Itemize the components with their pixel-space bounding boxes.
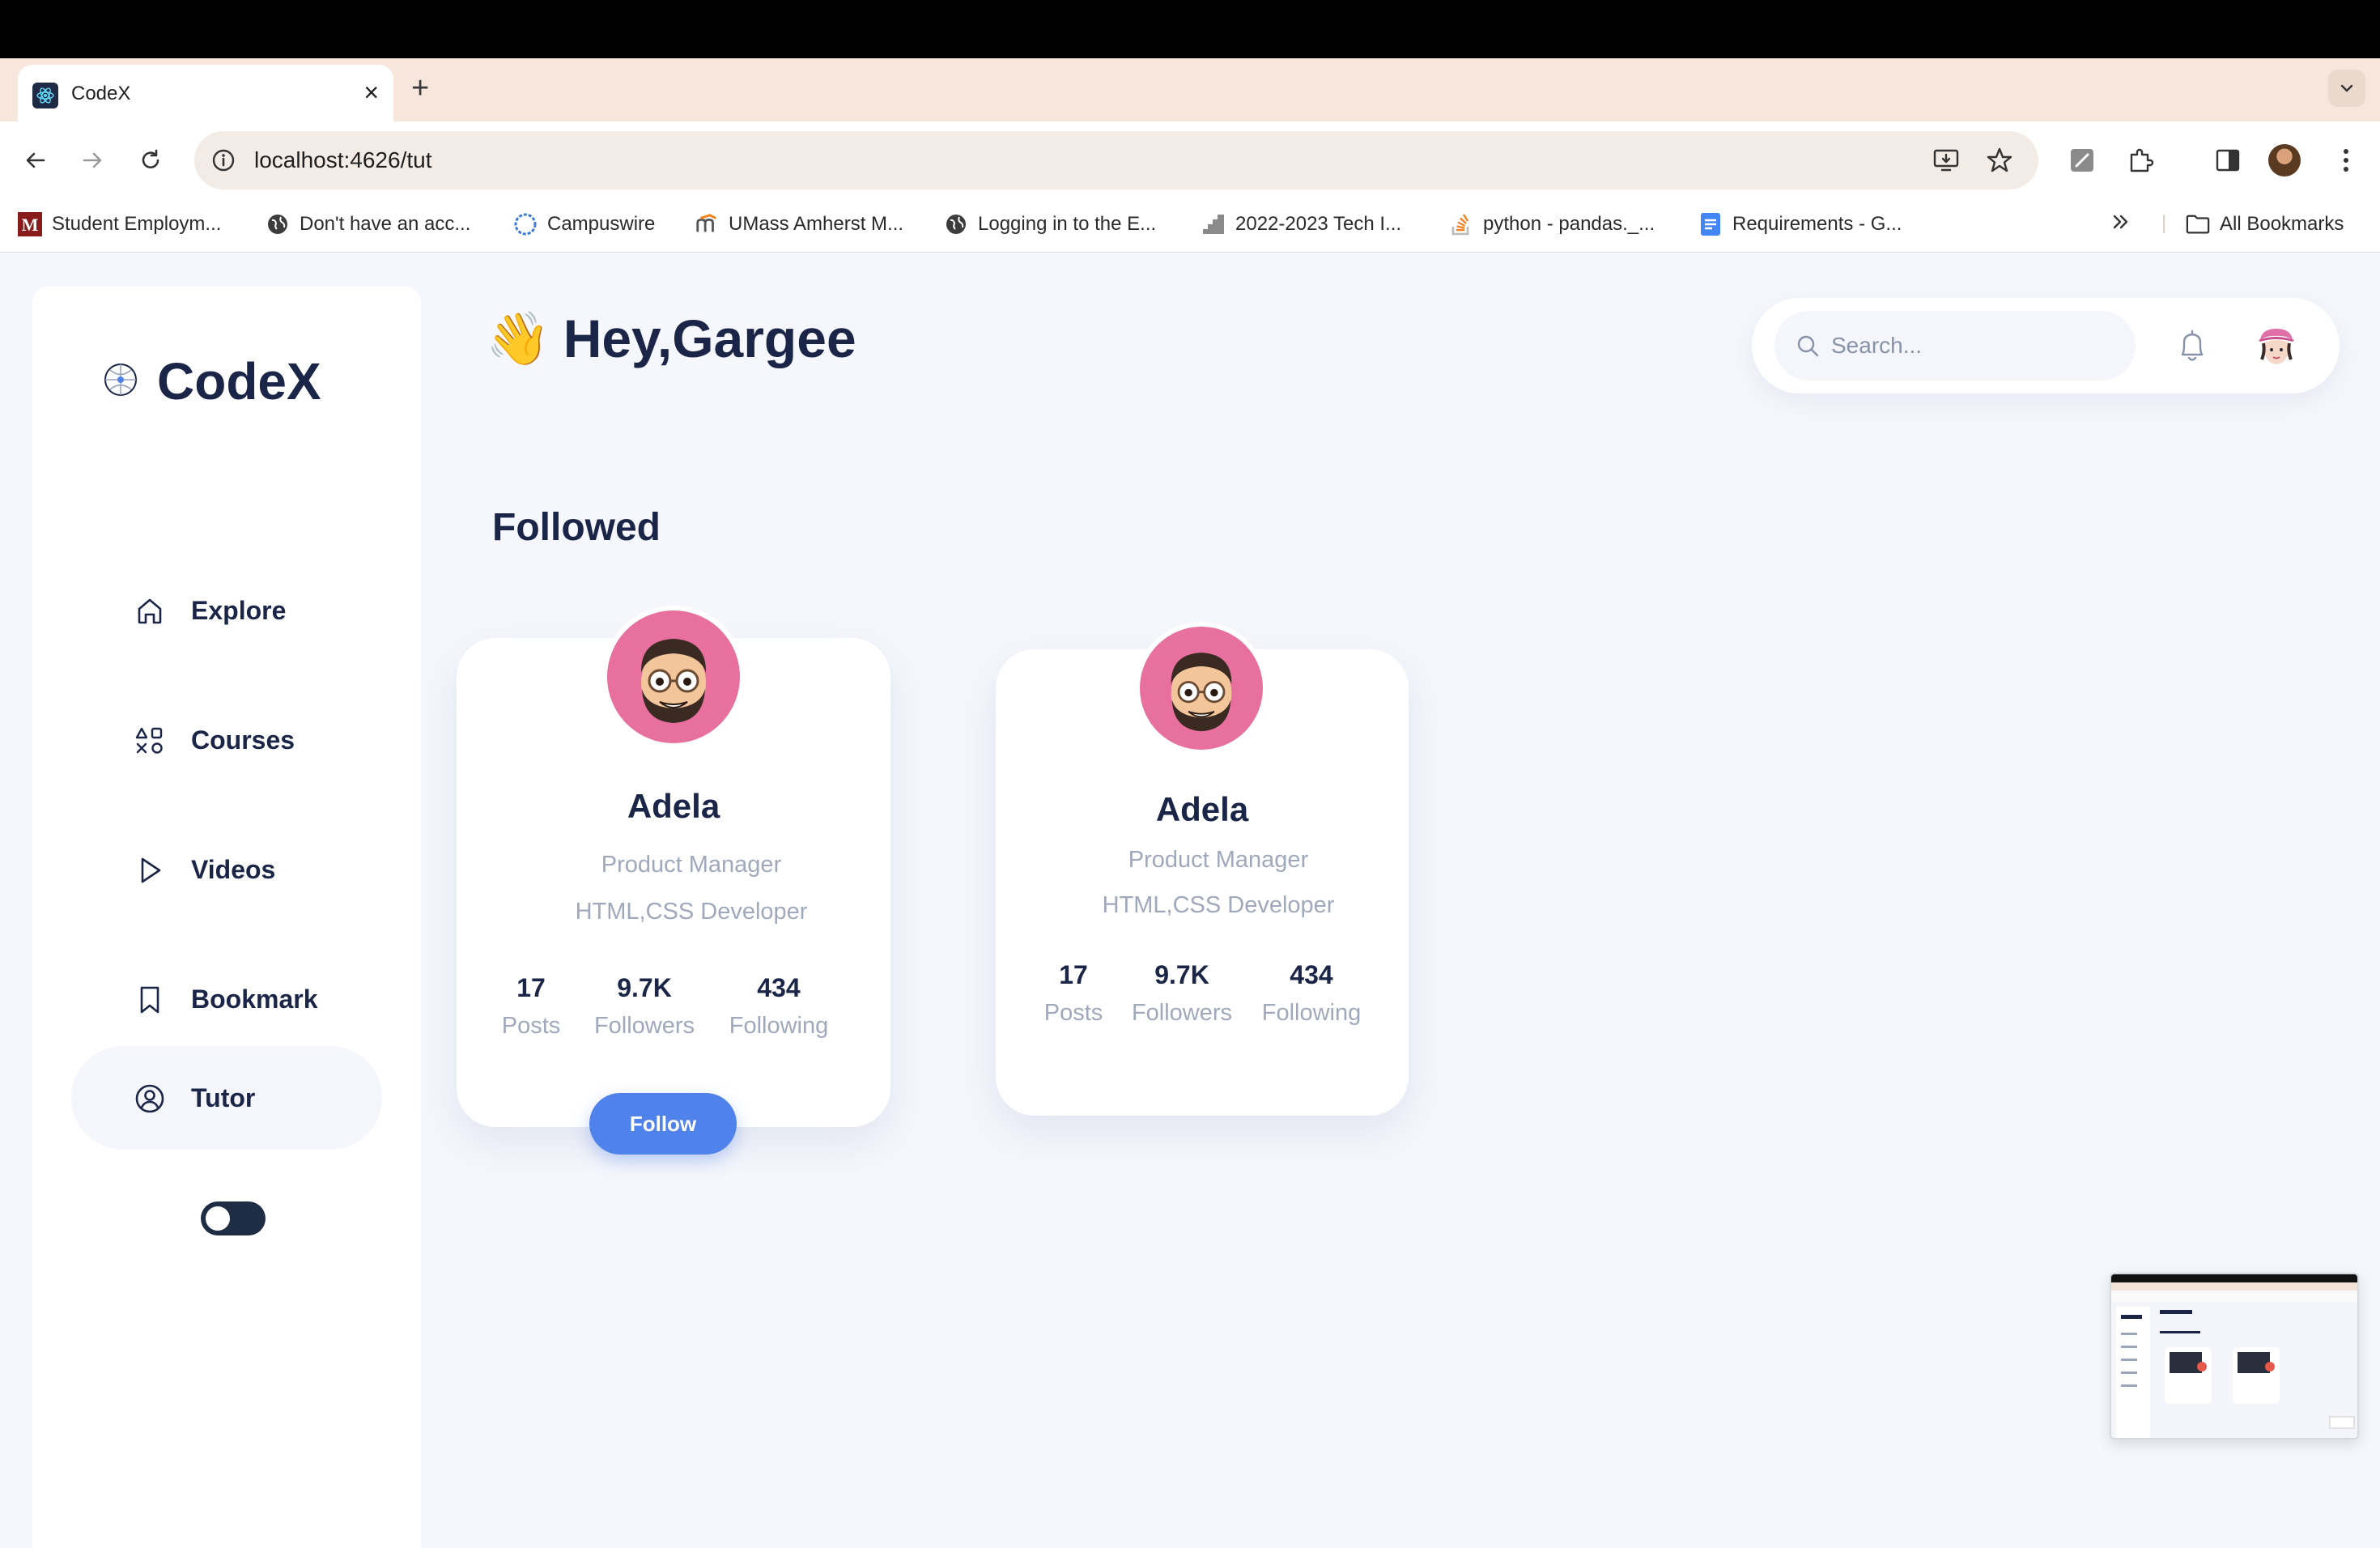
url-text: localhost:4626/tut (254, 147, 432, 172)
bookmark-item[interactable]: Logging in to the E... (944, 212, 1156, 236)
greeting-header: 👋 Hey,Gargee (486, 308, 856, 369)
theme-toggle[interactable] (201, 1201, 266, 1235)
tab-title: CodeX (71, 83, 131, 104)
tutor-avatar (602, 606, 745, 748)
sidebar-item-explore[interactable]: Explore (71, 559, 382, 662)
sidebar-item-label: Tutor (191, 1083, 256, 1112)
search-icon (1797, 335, 1819, 357)
bookmark-item[interactable]: M Student Employm... (18, 212, 221, 236)
greeting-text: Hey,Gargee (563, 308, 856, 368)
tutor-card[interactable]: Adela Product Manager HTML,CSS Developer… (996, 622, 1409, 1116)
tutor-avatar (1135, 622, 1268, 755)
sidebar: CodeX Explore Courses Videos Bookmark Tu… (32, 287, 421, 1548)
tutor-skill: HTML,CSS Developer (575, 899, 808, 925)
bookmark-item[interactable]: 2022-2023 Tech I... (1201, 212, 1401, 236)
follow-button[interactable]: Follow (589, 1093, 737, 1155)
logo-text: CodeX (157, 352, 321, 410)
stackoverflow-icon (1449, 212, 1473, 236)
more-bookmarks-icon[interactable] (2111, 212, 2131, 232)
browser-toolbar: localhost:4626/tut (0, 121, 2380, 199)
bookmark-star-icon[interactable] (1983, 144, 2016, 176)
search-input[interactable] (1831, 329, 2123, 363)
notification-bell-icon[interactable] (2176, 329, 2208, 364)
install-app-icon[interactable] (1930, 144, 1962, 176)
home-icon (138, 598, 162, 624)
following-stat: 434 Following (1261, 960, 1362, 1026)
bookmarks-divider: | (2161, 212, 2167, 234)
section-title: Followed (492, 506, 661, 549)
toggle-knob (206, 1206, 230, 1231)
browser-tab-strip: CodeX × (0, 58, 2380, 121)
all-bookmarks-button[interactable]: All Bookmarks (2186, 212, 2344, 236)
waving-hand-icon: 👋 (486, 308, 550, 368)
chart-icon (1201, 212, 1226, 236)
bookmark-item[interactable]: Requirements - G... (1698, 212, 1902, 236)
extension-pen-icon[interactable] (2064, 142, 2100, 178)
tutor-role: Product Manager (1128, 847, 1309, 873)
user-avatar[interactable] (2252, 322, 2301, 371)
bookmark-item[interactable]: python - pandas._... (1449, 212, 1655, 236)
following-stat: 434 Following (729, 973, 829, 1039)
site-info-icon[interactable] (206, 142, 241, 178)
sidebar-item-bookmark[interactable]: Bookmark (71, 947, 382, 1051)
tutor-role: Product Manager (601, 852, 782, 878)
header-actions (1752, 298, 2340, 393)
bookmark-icon (140, 986, 159, 1014)
globe-icon (266, 212, 290, 236)
moodle-icon (695, 212, 719, 236)
tab-close-icon[interactable]: × (363, 78, 379, 108)
screen-top-bar (0, 0, 2380, 58)
tutor-name: Adela (627, 787, 720, 825)
search-box[interactable] (1774, 311, 2136, 381)
sidebar-item-label: Explore (191, 596, 287, 625)
sidebar-item-courses[interactable]: Courses (71, 688, 382, 792)
sidebar-item-tutor[interactable]: Tutor (71, 1046, 382, 1150)
screenshot-thumbnail[interactable] (2110, 1273, 2359, 1440)
shapes-icon (135, 727, 163, 754)
tutor-name: Adela (1155, 790, 1249, 828)
profile-avatar[interactable] (2268, 144, 2301, 176)
play-icon (141, 857, 161, 883)
folder-icon (2186, 212, 2210, 236)
sidebar-item-videos[interactable]: Videos (71, 818, 382, 921)
google-docs-icon (1698, 212, 1723, 236)
codex-logo-icon (102, 361, 139, 402)
extensions-puzzle-icon[interactable] (2123, 142, 2158, 178)
sidebar-item-label: Bookmark (191, 985, 318, 1014)
tutor-card[interactable]: Adela Product Manager HTML,CSS Developer… (457, 606, 890, 1127)
react-favicon-icon (32, 83, 58, 108)
bookmarks-bar: M Student Employm... Don't have an acc..… (0, 199, 2380, 253)
followers-stat: 9.7K Followers (593, 973, 695, 1039)
umass-m-icon: M (18, 212, 42, 236)
tutor-skill: HTML,CSS Developer (1102, 892, 1335, 918)
browser-tab[interactable]: CodeX × (18, 65, 393, 121)
back-arrow-icon[interactable] (18, 142, 53, 178)
svg-text:M: M (22, 215, 39, 235)
bookmark-item[interactable]: Don't have an acc... (266, 212, 470, 236)
new-tab-icon[interactable]: + (411, 71, 429, 106)
user-circle-icon (135, 1084, 164, 1113)
address-bar[interactable]: localhost:4626/tut (194, 131, 2038, 189)
globe-icon (944, 212, 968, 236)
campuswire-icon (513, 212, 538, 236)
app-page: CodeX Explore Courses Videos Bookmark Tu… (0, 253, 2380, 1548)
followers-stat: 9.7K Followers (1131, 960, 1233, 1026)
chrome-menu-icon[interactable] (2328, 142, 2364, 178)
sidebar-item-label: Videos (191, 855, 276, 884)
bookmark-item[interactable]: UMass Amherst M... (695, 212, 903, 236)
reload-icon[interactable] (133, 142, 168, 178)
app-logo[interactable]: CodeX (102, 351, 321, 411)
tab-search-chevron-icon[interactable] (2328, 70, 2365, 107)
forward-arrow-icon[interactable] (74, 142, 110, 178)
bookmark-item[interactable]: Campuswire (513, 212, 655, 236)
sidebar-item-label: Courses (191, 725, 295, 755)
side-panel-icon[interactable] (2210, 142, 2246, 178)
